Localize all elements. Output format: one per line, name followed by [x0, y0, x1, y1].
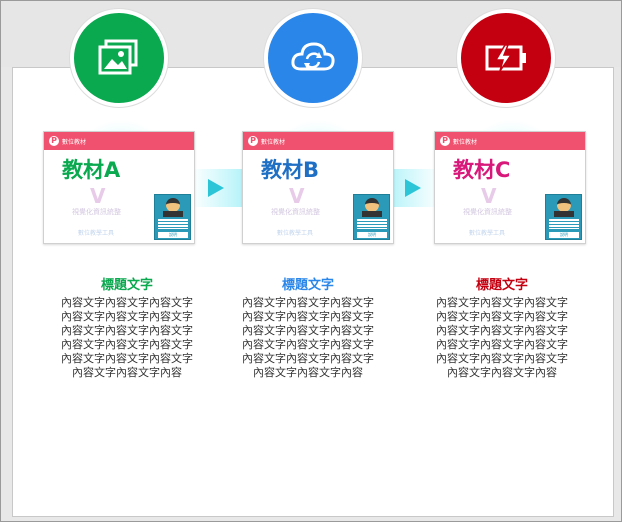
card-watermark-icon: V [90, 184, 106, 208]
card-subtitle: 視覺化資訊統整 [271, 208, 320, 216]
card-phone-illustration: 說明 [353, 194, 390, 240]
step-c-circle [457, 9, 555, 107]
card-watermark-icon: V [289, 184, 305, 208]
cloud-sync-icon [291, 42, 335, 71]
step-b-circle [264, 9, 362, 107]
card-subtitle-secondary: 數位教學工具 [277, 230, 314, 237]
card-phone-button: 說明 [549, 232, 579, 238]
card-logo-icon: P [440, 136, 450, 146]
card-a: P 數位教材 教材A V 視覺化資訊統整 數位教學工具 說明 [43, 131, 195, 244]
card-title: 教材A [62, 158, 121, 182]
content-b: 內容文字內容文字內容文字內容文字內容文字內容文字內容文字內容文字內容文字內容文字… [242, 296, 374, 379]
card-b: P 數位教材 教材B V 視覺化資訊統整 數位教學工具 說明 [242, 131, 394, 244]
card-logo-icon: P [49, 136, 59, 146]
image-gallery-icon [98, 39, 138, 75]
card-phone-illustration: 說明 [545, 194, 582, 240]
card-phone-button: 說明 [357, 232, 387, 238]
card-brand: 數位教材 [261, 138, 286, 146]
step-a-circle [70, 9, 168, 107]
heading-b: 標題文字 [281, 278, 334, 293]
content-a: 內容文字內容文字內容文字內容文字內容文字內容文字內容文字內容文字內容文字內容文字… [61, 296, 193, 379]
card-brand: 數位教材 [453, 138, 478, 146]
card-c: P 數位教材 教材C V 視覺化資訊統整 數位教學工具 說明 [434, 131, 586, 244]
card-header: P 數位教材 [44, 132, 194, 150]
card-title: 教材C [453, 158, 511, 182]
card-subtitle-secondary: 數位教學工具 [469, 230, 506, 237]
card-watermark-icon: V [481, 184, 497, 208]
arrow-right-icon [208, 179, 224, 197]
heading-c: 標題文字 [475, 278, 528, 293]
card-phone-illustration: 說明 [154, 194, 191, 240]
card-subtitle-secondary: 數位教學工具 [78, 230, 115, 237]
heading-a: 標題文字 [100, 278, 153, 293]
card-header: P 數位教材 [243, 132, 393, 150]
card-header: P 數位教材 [435, 132, 585, 150]
card-phone-button: 說明 [158, 232, 188, 238]
battery-charging-icon [485, 44, 526, 72]
arrow-right-icon [405, 179, 421, 197]
card-subtitle: 視覺化資訊統整 [72, 208, 121, 216]
card-title: 教材B [261, 158, 320, 182]
card-subtitle: 視覺化資訊統整 [463, 208, 512, 216]
content-c: 內容文字內容文字內容文字內容文字內容文字內容文字內容文字內容文字內容文字內容文字… [436, 296, 568, 379]
card-logo-icon: P [248, 136, 258, 146]
card-brand: 數位教材 [62, 138, 87, 146]
